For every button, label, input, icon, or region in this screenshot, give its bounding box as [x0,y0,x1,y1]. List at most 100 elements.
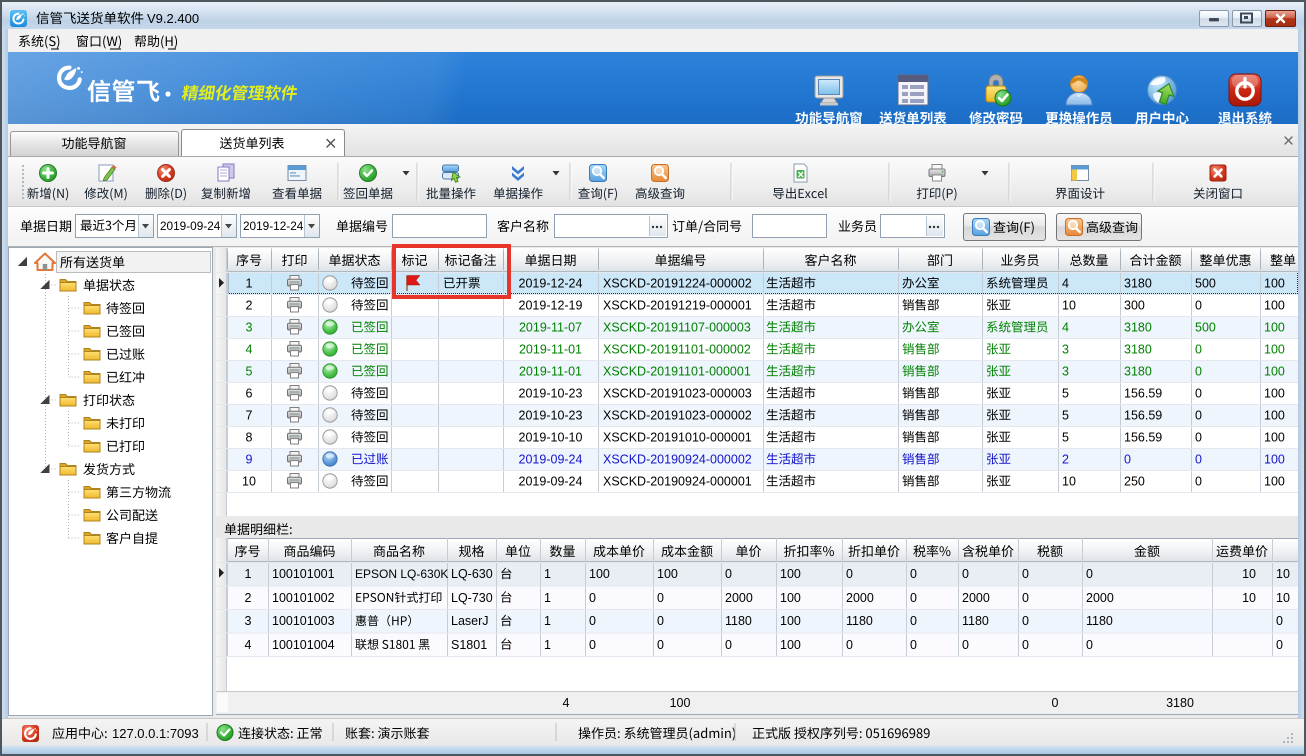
svg-text:100: 100 [1264,453,1285,467]
svg-text:0: 0 [1022,567,1029,581]
svg-text:XSCKD-20191107-000003: XSCKD-20191107-000003 [603,321,751,335]
svg-text:0: 0 [910,567,917,581]
svg-text:XSCKD-20191101-000001: XSCKD-20191101-000001 [603,365,751,379]
svg-text:300: 300 [1124,299,1145,313]
svg-text:0: 0 [1195,343,1202,357]
svg-text:1180: 1180 [1086,614,1113,628]
svg-text:0: 0 [1086,567,1093,581]
svg-text:1180: 1180 [725,614,752,628]
svg-text:4: 4 [245,638,252,652]
svg-text:100: 100 [1264,277,1285,291]
svg-text:156.59: 156.59 [1124,409,1162,423]
svg-text:EPSON LQ-630K: EPSON LQ-630K [355,567,448,581]
svg-text:100: 100 [1264,387,1285,401]
svg-text:2019-09-24: 2019-09-24 [160,219,221,233]
svg-text:LQ-730: LQ-730 [451,591,493,605]
svg-text:127.0.0.1:7093: 127.0.0.1:7093 [112,726,199,741]
svg-text:XSCKD-20191101-000002: XSCKD-20191101-000002 [603,343,751,357]
svg-text:2: 2 [246,299,253,313]
svg-text:100: 100 [1264,365,1285,379]
svg-text:S1801: S1801 [451,638,487,652]
svg-text:0: 0 [1022,591,1029,605]
svg-text:100: 100 [1264,409,1285,423]
svg-text:100: 100 [780,567,801,581]
svg-text:0: 0 [1195,431,1202,445]
svg-text:2019-12-24: 2019-12-24 [519,277,583,291]
svg-text:1: 1 [544,638,551,652]
svg-text:0: 0 [1195,453,1202,467]
svg-text:100: 100 [657,567,678,581]
svg-text:0: 0 [962,638,969,652]
svg-text:0: 0 [910,638,917,652]
svg-text:0: 0 [589,614,596,628]
svg-text:100101003: 100101003 [272,614,335,628]
svg-text:1: 1 [544,567,551,581]
svg-text:0: 0 [1276,638,1283,652]
svg-text:10: 10 [1242,591,1256,605]
svg-text:1180: 1180 [962,614,989,628]
svg-text:100101004: 100101004 [272,638,335,652]
svg-text:3: 3 [246,321,253,335]
svg-text:10: 10 [242,475,256,489]
svg-text:10: 10 [1242,567,1256,581]
svg-text:3180: 3180 [1124,277,1152,291]
svg-text:XSCKD-20191023-000003: XSCKD-20191023-000003 [603,387,752,401]
svg-text:0: 0 [1124,453,1131,467]
svg-text:156.59: 156.59 [1124,431,1162,445]
svg-text:0: 0 [589,591,596,605]
svg-text:10: 10 [1276,591,1290,605]
svg-text:2019-09-24: 2019-09-24 [519,453,583,467]
svg-text:V9.2.400: V9.2.400 [147,11,199,26]
svg-text:2019-11-07: 2019-11-07 [519,321,582,335]
svg-text:2000: 2000 [725,591,753,605]
svg-text:4: 4 [1062,277,1069,291]
svg-text:0: 0 [1022,614,1029,628]
svg-text:3: 3 [1062,365,1069,379]
svg-text:4: 4 [246,343,253,357]
svg-text:100: 100 [589,567,610,581]
svg-text:0: 0 [1086,638,1093,652]
svg-text:XSCKD-20191219-000001: XSCKD-20191219-000001 [603,299,752,313]
svg-text:0: 0 [657,591,664,605]
svg-text:156.59: 156.59 [1124,387,1162,401]
svg-text:XSCKD-20191023-000002: XSCKD-20191023-000002 [603,409,752,423]
svg-text:0: 0 [846,638,853,652]
svg-text:0: 0 [910,591,917,605]
svg-text:0: 0 [1022,638,1029,652]
svg-text:3180: 3180 [1124,365,1152,379]
svg-text:100: 100 [1264,299,1285,313]
svg-text:2019-11-01: 2019-11-01 [519,343,582,357]
svg-text:0: 0 [1195,387,1202,401]
svg-text:100: 100 [670,696,691,710]
svg-text:250: 250 [1124,475,1145,489]
svg-text:100: 100 [1264,343,1285,357]
svg-text:6: 6 [246,387,253,401]
svg-text:100: 100 [780,591,801,605]
svg-text:0: 0 [1195,475,1202,489]
svg-text:2019-10-23: 2019-10-23 [519,387,583,401]
svg-text:2019-12-19: 2019-12-19 [519,299,583,313]
svg-text:1180: 1180 [846,614,873,628]
svg-text:0: 0 [1195,365,1202,379]
svg-text:1: 1 [246,277,253,291]
svg-text:0: 0 [1195,299,1202,313]
svg-text:100101002: 100101002 [272,591,335,605]
svg-text:5: 5 [246,365,253,379]
svg-text:100: 100 [1264,475,1285,489]
svg-text:4: 4 [1062,321,1069,335]
svg-text:2000: 2000 [962,591,990,605]
svg-text:0: 0 [1276,614,1283,628]
svg-text:5: 5 [1062,431,1069,445]
svg-text:LQ-630: LQ-630 [451,567,493,581]
svg-text:1: 1 [245,567,252,581]
svg-text:0: 0 [589,638,596,652]
svg-text:100101001: 100101001 [272,567,335,581]
svg-text:0: 0 [725,567,732,581]
svg-text:XSCKD-20190924-000002: XSCKD-20190924-000002 [603,453,752,467]
svg-text:2: 2 [245,591,252,605]
svg-text:LaserJ: LaserJ [451,614,489,628]
svg-text:2000: 2000 [1086,591,1114,605]
svg-text:3180: 3180 [1166,696,1194,710]
svg-text:0: 0 [657,638,664,652]
svg-text:2019-10-10: 2019-10-10 [519,431,583,445]
